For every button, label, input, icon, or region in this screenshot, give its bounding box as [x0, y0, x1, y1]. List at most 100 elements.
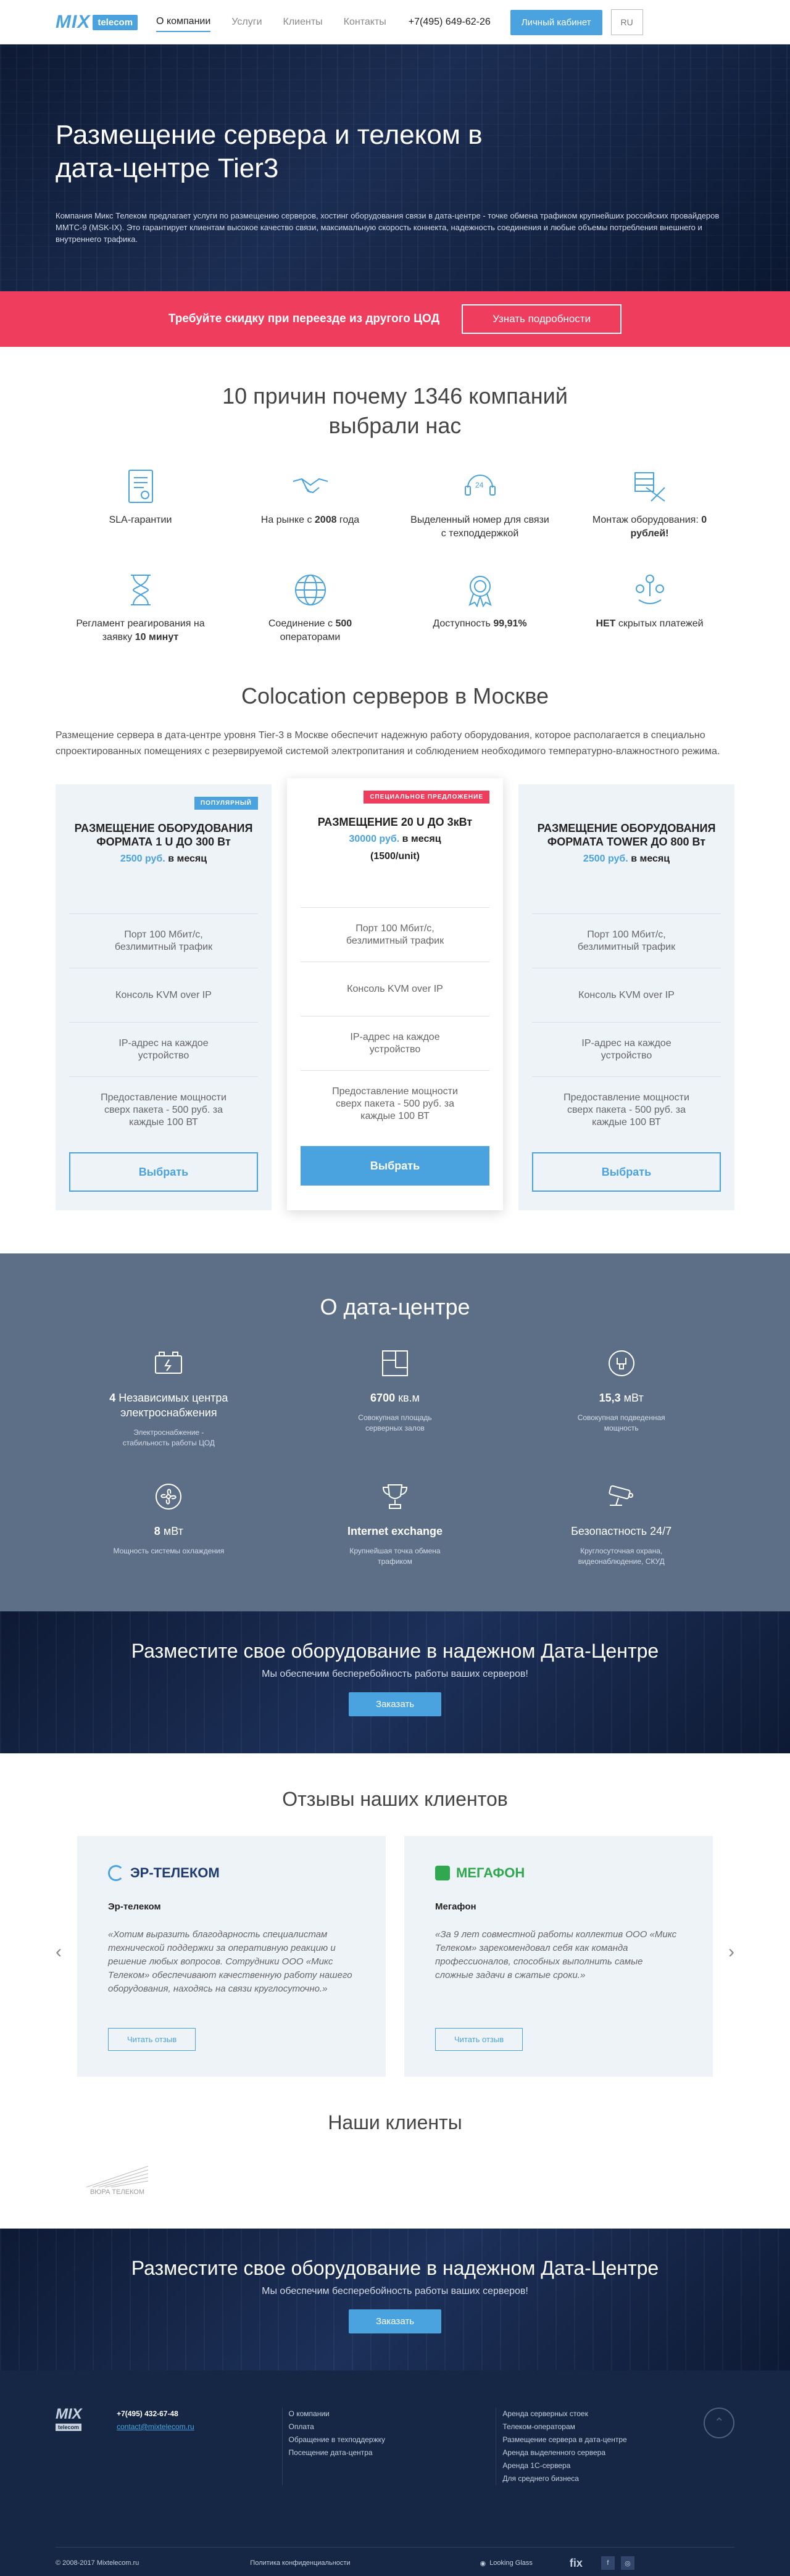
dc-stat-value: Internet exchange	[321, 1524, 469, 1539]
plan-price-value: 30000 руб.	[349, 834, 400, 844]
cta-banner-2: Разместите свое оборудование в надежном …	[0, 2229, 790, 2370]
footer-link[interactable]: Обращение в техподдержку	[289, 2433, 496, 2446]
plan-price-period: в месяц	[399, 834, 441, 844]
dc-stat-label: Безопастность 24/7	[571, 1525, 672, 1537]
promo-details-button[interactable]: Узнать подробности	[462, 304, 622, 334]
review-logo-text: ЭР-ТЕЛЕКОМ	[130, 1865, 220, 1880]
footer-contacts: +7(495) 432-67-48 contact@mixtelecom.ru	[117, 2408, 281, 2485]
reviews-carousel: ЭР-ТЕЛЕКОМ Эр-телеком «Хотим выразить благ…	[0, 1836, 790, 2077]
about-grid: 4 Независимых центра электроснабжения Эле…	[56, 1345, 734, 1567]
dc-stat-label: мВт	[620, 1392, 644, 1404]
nav-clients[interactable]: Клиенты	[283, 13, 323, 31]
order-button-2[interactable]: Заказать	[348, 2309, 442, 2333]
reason-text: НЕТ скрытых платежей	[579, 617, 721, 631]
review-text: «За 9 лет совместной работы коллектив ОО…	[435, 1929, 677, 1980]
clients-section: Наши клиенты ВЮРА ТЕЛЕКОМ	[0, 2111, 790, 2229]
pricing-plan-card: РАЗМЕЩЕНИЕ ОБОРУДОВАНИЯ ФОРМАТА TOWER ДО…	[518, 784, 734, 1210]
nav-services[interactable]: Услуги	[231, 13, 262, 31]
reason-item: Доступность 99,91%	[395, 571, 565, 644]
colocation-section: Colocation серверов в Москве Размещение …	[0, 683, 790, 1210]
review-company-name: Эр-телеком	[108, 1901, 161, 1912]
dc-stat-bold: 4	[109, 1392, 116, 1404]
nav-contacts[interactable]: Контакты	[344, 13, 386, 31]
reason-bold: 10 минут	[135, 632, 179, 642]
plan-feature: IP-адрес на каждое устройство	[532, 1023, 721, 1077]
looking-glass-icon: ◉	[480, 2559, 486, 2567]
header: MIX telecom О компании Услуги Клиенты Ко…	[0, 0, 790, 44]
plan-price: 2500 руб. в месяц	[532, 852, 721, 866]
plan-feature-text: Консоль KVM over IP	[578, 989, 675, 1000]
plan-feature: Порт 100 Мбит/с, безлимитный трафик	[301, 908, 489, 962]
dc-stat: 4 Независимых центра электроснабжения Эле…	[56, 1345, 282, 1448]
language-switch[interactable]: RU	[610, 9, 643, 35]
footer-link[interactable]: Аренда 1С-сервера	[502, 2459, 697, 2472]
plan-price: 30000 руб. в месяц	[301, 833, 489, 846]
plan-feature-text: Порт 100 Мбит/с, безлимитный трафик	[346, 923, 444, 946]
footer-link[interactable]: Телеком-операторам	[502, 2420, 697, 2433]
order-button[interactable]: Заказать	[348, 1692, 442, 1716]
looking-glass-link[interactable]: ◉ Looking Glass	[480, 2559, 533, 2567]
scroll-up-icon[interactable]: ⌃	[704, 2408, 734, 2438]
reason-pre: Монтаж оборудования:	[592, 515, 702, 525]
footer: MIX telecom +7(495) 432-67-48 contact@mi…	[0, 2370, 790, 2576]
reason-bold: 500	[335, 618, 352, 629]
reviews-title: Отзывы наших клиентов	[282, 1788, 508, 1810]
dc-stat: 15,3 мВт Совокупная подведенная мощность	[508, 1345, 734, 1448]
coins-icon	[631, 571, 668, 609]
logo[interactable]: MIX telecom	[56, 12, 138, 33]
dc-stat-value: Безопастность 24/7	[547, 1524, 696, 1539]
reason-item: SLA-гарантии	[56, 468, 225, 541]
promo-bar: Требуйте скидку при переезде из другого …	[0, 291, 790, 347]
reasons-title: 10 причин почему 1346 компаний выбрали н…	[222, 383, 568, 438]
read-review-button[interactable]: Читать отзыв	[108, 2028, 196, 2051]
footer-link[interactable]: Аренда серверных стоек	[502, 2408, 697, 2420]
plan-feature-text: Предоставление мощности сверх пакета - 5…	[563, 1092, 689, 1128]
footer-link[interactable]: Оплата	[289, 2420, 496, 2433]
dc-stat-note: Крупнейшая точка обмена трафиком	[349, 1547, 441, 1566]
footer-menu-company: О компании Оплата Обращение в техподдержку…	[281, 2408, 496, 2485]
facebook-icon[interactable]: f	[601, 2556, 615, 2570]
hero-banner: Размещение сервера и телеком в дата-цент…	[0, 44, 790, 291]
hero-title: Размещение сервера и телеком в дата-цент…	[56, 120, 483, 183]
cta2-title: Разместите свое оборудование в надежном …	[131, 2257, 659, 2279]
carousel-prev-icon[interactable]: ‹	[56, 1942, 62, 1963]
plan-price-value: 2500 руб.	[583, 854, 628, 864]
reason-text: На рынке с 2008 года	[239, 513, 381, 527]
header-phone[interactable]: +7(495) 649-62-26	[409, 17, 491, 28]
footer-link[interactable]: О компании	[289, 2408, 496, 2420]
plan-name: РАЗМЕЩЕНИЕ 20 U ДО 3кВт	[317, 816, 473, 828]
camera-icon	[603, 1478, 640, 1515]
read-review-button[interactable]: Читать отзыв	[435, 2028, 523, 2051]
privacy-policy-link[interactable]: Политика конфиденциальности	[250, 2559, 350, 2567]
footer-link[interactable]: Для среднего бизнеса	[502, 2472, 697, 2485]
footer-phone[interactable]: +7(495) 432-67-48	[117, 2408, 281, 2420]
reason-text: Регламент реагирования на заявку 10 мину…	[70, 617, 212, 644]
footer-logo[interactable]: MIX telecom	[56, 2407, 117, 2485]
hero-text: Компания Микс Телеком предлагает услуги …	[56, 211, 720, 244]
reason-post: операторами	[280, 632, 341, 642]
plan-select-button[interactable]: Выбрать	[69, 1152, 258, 1192]
fix-logo[interactable]: fix	[570, 2557, 583, 2570]
reason-post: года	[336, 515, 360, 525]
review-card: ЭР-ТЕЛЕКОМ Эр-телеком «Хотим выразить благ…	[77, 1836, 386, 2077]
plan-feature: IP-адрес на каждое устройство	[69, 1023, 258, 1077]
footer-link[interactable]: Посещение дата-центра	[289, 2446, 496, 2459]
reason-text: Монтаж оборудования: 0 рублей!	[579, 513, 721, 541]
footer-email[interactable]: contact@mixtelecom.ru	[117, 2420, 281, 2433]
cabinet-button[interactable]: Личный кабинет	[510, 9, 602, 35]
plan-feature: Консоль KVM over IP	[69, 968, 258, 1023]
instagram-icon[interactable]: ◎	[620, 2556, 634, 2570]
plan-name: РАЗМЕЩЕНИЕ ОБОРУДОВАНИЯ ФОРМАТА TOWER ДО…	[537, 822, 716, 848]
plan-select-button[interactable]: Выбрать	[301, 1146, 489, 1186]
carousel-next-icon[interactable]: ›	[728, 1942, 734, 1963]
nav-about[interactable]: О компании	[156, 12, 211, 32]
plan-price-value: 2500 руб.	[120, 854, 165, 864]
footer-link[interactable]: Аренда выделенного сервера	[502, 2446, 697, 2459]
plan-select-button[interactable]: Выбрать	[532, 1152, 721, 1192]
plan-feature-text: Предоставление мощности сверх пакета - 5…	[332, 1086, 458, 1121]
footer-link[interactable]: Размещение сервера в дата-центре	[502, 2433, 697, 2446]
main-nav: О компании Услуги Клиенты Контакты	[156, 12, 386, 32]
ertelecom-logo-icon	[108, 1865, 124, 1881]
footer-logo-telecom: telecom	[56, 2424, 82, 2431]
dc-stat-bold: 6700	[370, 1392, 396, 1404]
